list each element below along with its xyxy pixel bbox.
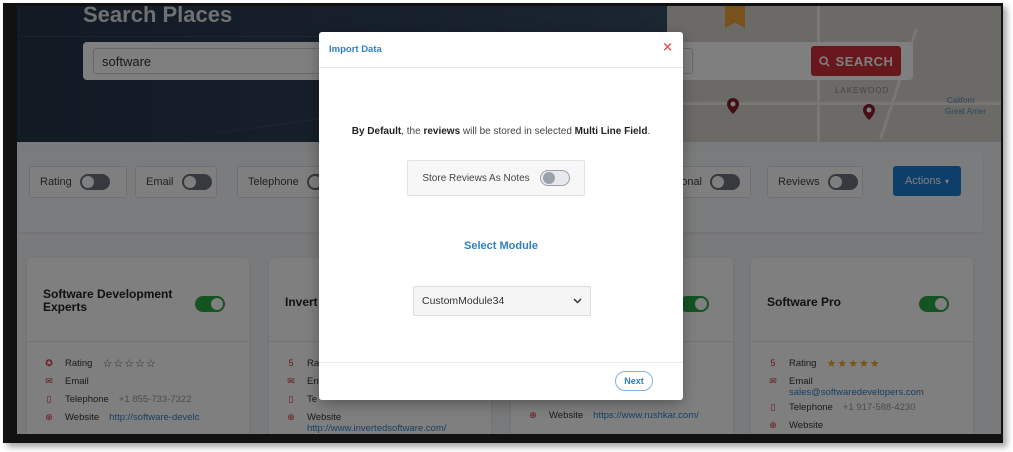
notice-text: , the	[401, 126, 424, 137]
store-reviews-toggle[interactable]	[539, 170, 570, 186]
window-frame: LAKEWOOD Californ Great Amer Search Plac…	[3, 3, 1003, 443]
notice-bold-default: By Default	[351, 126, 402, 137]
app-viewport: LAKEWOOD Californ Great Amer Search Plac…	[17, 6, 1001, 434]
module-select[interactable]: CustomModule34	[413, 286, 591, 316]
modal-footer: Next	[319, 362, 683, 400]
modal-header: Import Data ×	[319, 32, 683, 68]
close-icon[interactable]: ×	[662, 40, 673, 55]
modal-title: Import Data	[329, 44, 382, 55]
notice-bold-reviews: reviews	[423, 126, 461, 137]
import-data-modal: Import Data × By Default, the reviews wi…	[319, 32, 683, 400]
chevron-down-icon	[573, 298, 582, 304]
notice-text: will be stored in selected	[460, 126, 575, 137]
next-button[interactable]: Next	[615, 371, 653, 391]
notice-bold-field: Multi Line Field	[574, 126, 648, 137]
select-module-heading: Select Module	[464, 240, 538, 252]
notice-text: .	[647, 126, 651, 137]
store-reviews-option: Store Reviews As Notes	[407, 160, 585, 196]
module-select-value: CustomModule34	[422, 295, 505, 307]
storage-notice: By Default, the reviews will be stored i…	[319, 126, 683, 137]
store-reviews-label: Store Reviews As Notes	[422, 172, 530, 184]
